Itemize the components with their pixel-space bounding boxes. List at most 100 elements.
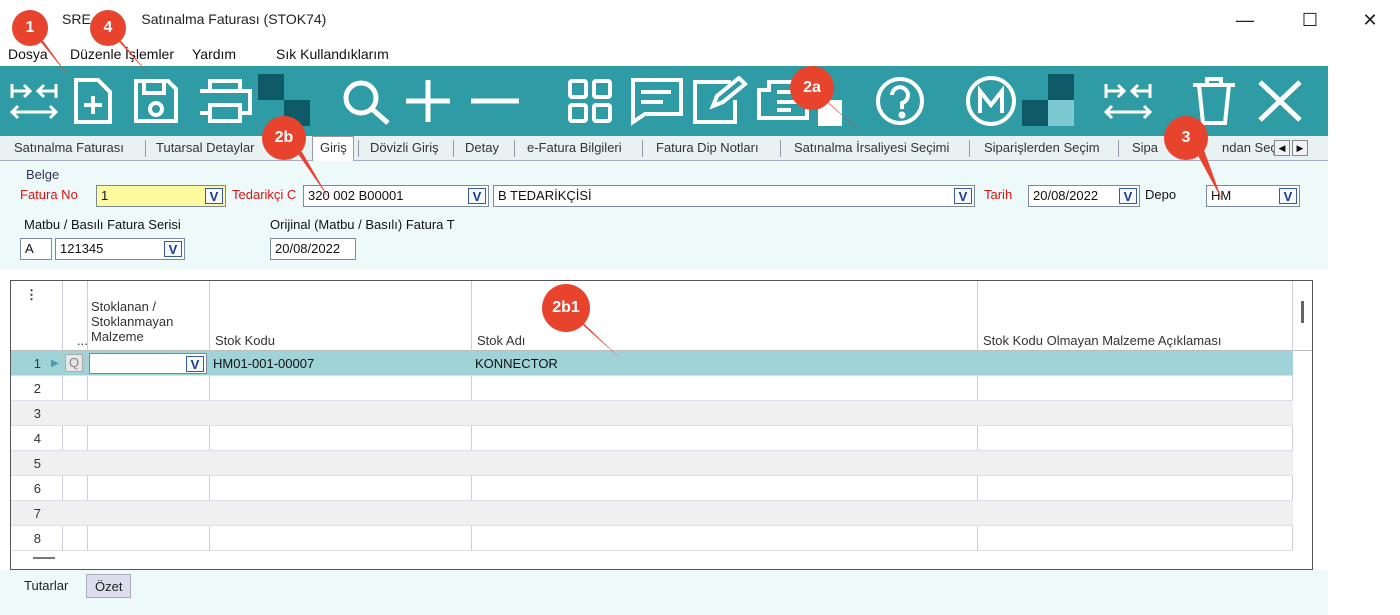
row-number: 5 [33,456,41,471]
annotation-3: 3 [1160,112,1222,200]
items-grid: ⋮ ... Stoklanan / Stoklanmayan Malzeme S… [10,280,1313,570]
tedarikci-name-field[interactable]: B TEDARİKÇİSİ V [493,185,975,207]
annotation-label: 4 [103,19,113,36]
tab-siparislerden-secim[interactable]: Siparişlerden Seçim [984,140,1100,155]
header-form: Belge Fatura No 1 V Tedarikçi C 320 002 … [0,161,1328,269]
add-icon[interactable] [400,72,456,130]
comment-icon[interactable] [626,72,686,130]
maximize-button[interactable]: ☐ [1290,6,1330,34]
tab-separator [145,140,146,157]
swap-arrows-icon[interactable] [1100,72,1156,130]
horizontal-scrollbar[interactable] [33,557,55,559]
matbu-no-dropdown[interactable]: V [164,241,182,257]
tab-strip: Satınalma Faturası Tutarsal Detaylar Gir… [0,136,1328,161]
table-row[interactable]: 1 ▶ Q V HM01-001-00007 KONNECTOR [11,351,1293,376]
row-number: 7 [33,506,41,521]
tab-satinalma-faturasi[interactable]: Satınalma Faturası [14,140,124,155]
tab-siparis-partial[interactable]: Sipa [1132,140,1158,155]
matbu-seri-field[interactable]: A [20,238,52,260]
menu-sik-kullandiklarim[interactable]: Sık Kullandıklarım [276,46,389,62]
row-number: 4 [33,431,41,446]
orijinal-date-field[interactable]: 20/08/2022 [270,238,356,260]
annotation-2b1: 2b1 [538,282,622,360]
stoklanan-dropdown-field[interactable]: V [89,353,207,374]
tarih-label: Tarih [984,187,1013,202]
tab-tutarlar[interactable]: Tutarlar [16,574,77,598]
annotation-label: 2b [274,129,294,146]
grid-icon[interactable] [562,72,618,130]
tarih-dropdown[interactable]: V [1119,188,1137,204]
tab-detay[interactable]: Detay [465,140,499,155]
tab-scroll-left-button[interactable]: ◀ [1274,140,1290,156]
table-row[interactable]: 3 [11,401,1293,426]
tile-decor [1022,100,1048,126]
tarih-field[interactable]: 20/08/2022 V [1028,185,1140,207]
tab-separator [1118,140,1119,157]
fatura-no-dropdown[interactable]: V [205,188,223,204]
m-icon[interactable] [958,72,1024,130]
tab-fatura-dip-notlari[interactable]: Fatura Dip Notları [656,140,759,155]
matbu-label: Matbu / Basılı Fatura Serisi [24,217,181,232]
row-number: 2 [33,381,41,396]
header-aciklama: Stok Kodu Olmayan Malzeme Açıklaması [983,333,1222,348]
annotation-1: 1 [8,6,70,78]
table-row[interactable]: 4 [11,426,1293,451]
tile-decor [1048,74,1074,100]
tab-separator [453,140,454,157]
header-stok-kodu: Stok Kodu [215,333,275,348]
vertical-scrollbar[interactable] [1301,301,1304,323]
menu-yardim[interactable]: Yardım [192,46,236,62]
fatura-no-field[interactable]: 1 V [96,185,226,207]
table-row[interactable]: 2 [11,376,1293,401]
stok-kodu-cell[interactable]: HM01-001-00007 [213,356,314,371]
fatura-no-value: 1 [101,188,109,203]
print-icon[interactable] [196,72,254,130]
table-row[interactable]: 8 [11,526,1293,551]
tab-ozet[interactable]: Özet [86,574,132,598]
close-window-button[interactable]: ✕ [1350,6,1390,34]
row-pointer-icon: ▶ [51,358,59,369]
tile-decor [1022,74,1048,100]
grid-menu-icon[interactable]: ⋮ [25,287,38,302]
menu-bar: Dosya Düzenle İşlemler Yardım Sık Kullan… [0,40,1340,66]
matbu-seri-value: A [25,241,34,256]
tab-separator [514,140,515,157]
table-row[interactable]: 6 [11,476,1293,501]
remove-icon[interactable] [466,72,524,130]
tab-dovizli-giris[interactable]: Dövizli Giriş [370,140,439,155]
header-stoklanan: Stoklanan / Stoklanmayan Malzeme [91,299,174,344]
tedarikci-name-dropdown[interactable]: V [954,188,972,204]
tab-separator [642,140,643,157]
header-stok-adi: Stok Adı [477,333,526,348]
tedarikci-name-value: B TEDARİKÇİSİ [498,188,592,203]
stoklanan-dropdown[interactable]: V [186,356,204,372]
bottom-tabs: Tutarlar Özet [0,570,1328,615]
fatura-no-label: Fatura No [20,187,78,202]
toolbar [0,66,1328,136]
matbu-no-field[interactable]: 121345 V [55,238,185,260]
annotation-label: 2b1 [552,299,580,316]
table-row[interactable]: 7 [11,501,1293,526]
annotation-4: 4 [86,6,152,78]
row-number: 1 [33,356,41,371]
tile-decor [258,74,284,100]
annotation-2a: 2a [786,62,870,140]
row-number: 6 [33,481,41,496]
row-number: 3 [33,406,41,421]
table-row[interactable]: 5 [11,451,1293,476]
belge-group-label: Belge [26,167,60,182]
title-bar: SRE Satınalma Faturası (STOK74) — ☐ ✕ [0,0,1400,40]
row-search-button[interactable]: Q [65,354,83,372]
tab-e-fatura-bilgileri[interactable]: e-Fatura Bilgileri [527,140,622,155]
depo-dropdown[interactable]: V [1279,188,1297,204]
annotation-label: 3 [1181,129,1191,146]
tab-separator [969,140,970,157]
orijinal-date-value: 20/08/2022 [275,241,341,256]
orijinal-label: Orijinal (Matbu / Basılı) Fatura T [270,217,455,232]
tab-scroll-right-button[interactable]: ▶ [1292,140,1308,156]
tedarikci-code-dropdown[interactable]: V [468,188,486,204]
minimize-button[interactable]: — [1225,6,1265,34]
tab-tutarsal-detaylar[interactable]: Tutarsal Detaylar [156,140,255,155]
edit-icon[interactable] [690,72,750,130]
row-number: 8 [33,531,41,546]
